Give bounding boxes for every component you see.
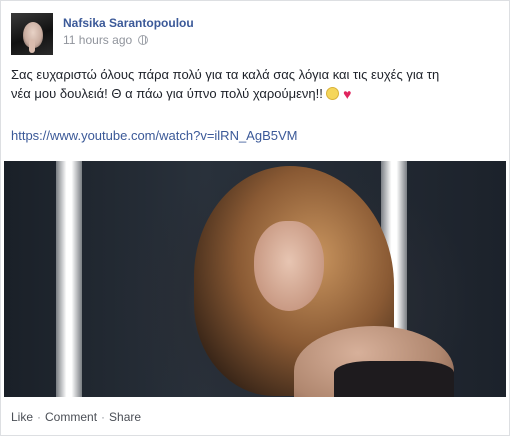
youtube-link[interactable]: https://www.youtube.com/watch?v=ilRN_AgB… [11,128,298,143]
action-separator: · [37,410,42,424]
video-figure-face [254,221,324,311]
globe-icon[interactable] [138,35,149,45]
post-timestamp[interactable]: 11 hours ago [63,33,132,47]
action-separator: · [101,410,106,424]
avatar[interactable] [11,13,53,55]
light-bar-left [56,161,82,397]
post-meta: 11 hours ago [63,33,149,47]
like-link[interactable]: Like [11,410,33,424]
smiley-emoji-icon [326,87,340,100]
post-actions: Like · Comment · Share [11,410,141,424]
comment-link[interactable]: Comment [45,410,97,424]
heart-emoji-icon: ♥ [343,86,352,102]
message-line-1: Σας ευχαριστώ όλους πάρα πολύ για τα καλ… [11,67,440,82]
message-line-2: νέα μου δουλειά! Θ α πάω για ύπνο πολύ χ… [11,86,327,101]
post-message: Σας ευχαριστώ όλους πάρα πολύ για τα καλ… [11,65,499,104]
share-link[interactable]: Share [109,410,141,424]
video-figure-clothing [334,361,454,397]
avatar-hand [29,39,35,53]
facebook-post: Nafsika Sarantopoulou 11 hours ago Σας ε… [0,0,510,436]
video-thumbnail[interactable] [4,161,506,397]
author-name[interactable]: Nafsika Sarantopoulou [63,16,194,30]
